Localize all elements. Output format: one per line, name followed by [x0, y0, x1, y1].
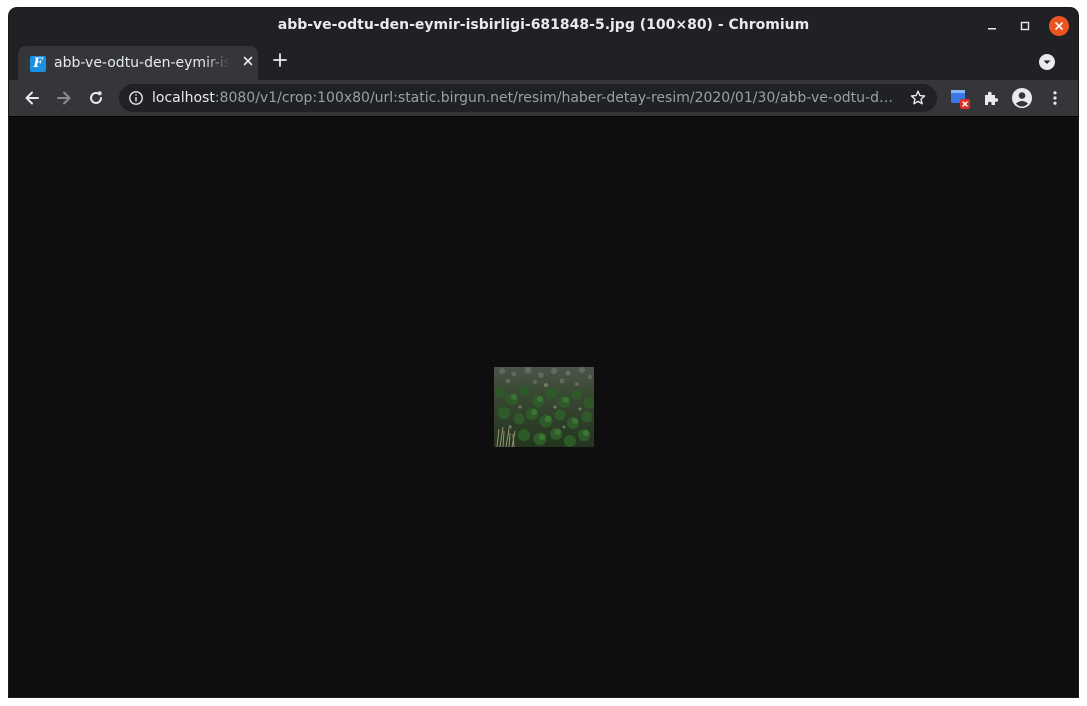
plus-icon — [273, 53, 287, 67]
close-icon — [1055, 22, 1063, 30]
title-bar: abb-ve-odtu-den-eymir-isbirligi-681848-5… — [9, 8, 1078, 44]
star-icon — [910, 90, 926, 105]
puzzle-icon — [985, 91, 999, 105]
profile-icon — [1012, 88, 1032, 108]
reload-icon — [90, 91, 102, 104]
tab-strip: F abb-ve-odtu-den-eymir-isbirligi-681848… — [9, 44, 1078, 80]
info-icon — [129, 91, 143, 105]
minimize-button[interactable] — [982, 16, 1002, 36]
forward-button[interactable] — [52, 86, 76, 110]
toolbar: localhost:8080/v1/crop:100x80/url:static… — [9, 80, 1078, 117]
window-title: abb-ve-odtu-den-eymir-isbirligi-681848-5… — [277, 17, 810, 33]
displayed-image[interactable] — [494, 367, 594, 447]
menu-button[interactable] — [1043, 86, 1067, 110]
chevron-down-icon — [1043, 60, 1051, 64]
arrow-right-icon — [57, 91, 71, 105]
tab-title: abb-ve-odtu-den-eymir-isbirligi-681848-5… — [54, 55, 230, 71]
address-bar[interactable]: localhost:8080/v1/crop:100x80/url:static… — [119, 84, 937, 112]
kebab-menu-icon — [1053, 91, 1057, 105]
vegetation-photo — [494, 367, 594, 447]
close-window-button[interactable] — [1049, 16, 1069, 36]
active-tab[interactable]: F abb-ve-odtu-den-eymir-isbirligi-681848… — [18, 46, 258, 80]
maximize-button[interactable] — [1015, 16, 1035, 36]
maximize-icon — [1020, 21, 1030, 31]
arrow-left-icon — [25, 91, 39, 105]
extension-button[interactable] — [948, 86, 972, 110]
url-text[interactable]: localhost:8080/v1/crop:100x80/url:static… — [152, 90, 896, 106]
close-icon — [243, 56, 253, 66]
site-info-button[interactable] — [128, 90, 144, 106]
profile-button[interactable] — [1010, 86, 1034, 110]
reload-button[interactable] — [84, 86, 108, 110]
favicon-icon: F — [30, 56, 46, 72]
url-path: :8080/v1/crop:100x80/url:static.birgun.n… — [214, 90, 896, 106]
url-host: localhost — [152, 90, 215, 106]
tab-search-button[interactable] — [1039, 54, 1055, 70]
browser-window: abb-ve-odtu-den-eymir-isbirligi-681848-5… — [9, 8, 1078, 697]
bookmark-button[interactable] — [909, 89, 927, 107]
new-tab-button[interactable] — [270, 52, 290, 72]
minimize-icon — [988, 28, 996, 30]
tab-close-button[interactable] — [240, 55, 256, 71]
extension-badge-icon — [951, 90, 970, 109]
back-button[interactable] — [20, 86, 44, 110]
extensions-button[interactable] — [979, 86, 1003, 110]
page-content — [9, 117, 1078, 697]
